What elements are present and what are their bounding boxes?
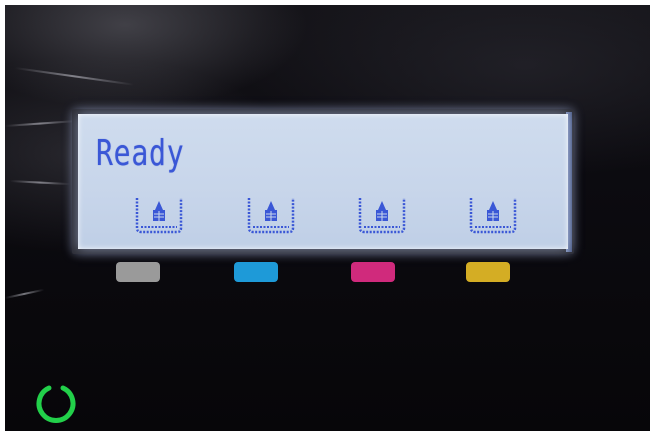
ink-swatch-cyan: [234, 262, 278, 282]
glare-streak: [5, 288, 45, 299]
ink-swatch-magenta: [351, 262, 395, 282]
ink-cartridge-icon: [468, 194, 518, 237]
ink-cartridge-icon: [246, 194, 296, 237]
ink-swatch-yellow: [466, 262, 510, 282]
ink-cartridge-icon: [134, 194, 184, 237]
ink-cartridge-icon: [357, 194, 407, 237]
photo-frame: Ready: [0, 0, 655, 436]
glare-streak: [9, 180, 70, 186]
ink-swatch-black: [116, 262, 160, 282]
power-indicator-icon[interactable]: [34, 381, 78, 425]
glare-streak: [5, 120, 75, 127]
status-text: Ready: [96, 133, 185, 174]
lcd-display: Ready: [78, 114, 568, 249]
glare-streak: [14, 67, 134, 86]
